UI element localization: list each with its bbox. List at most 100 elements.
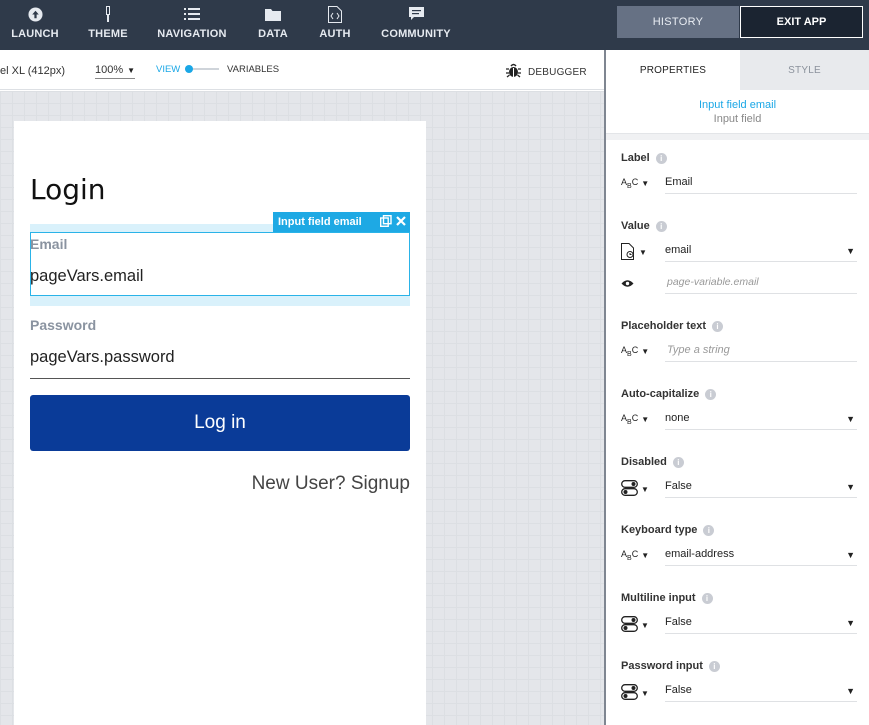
- nav-data[interactable]: DATA: [257, 0, 289, 50]
- nav-auth[interactable]: AUTH: [318, 0, 352, 50]
- email-input-field[interactable]: [30, 232, 410, 296]
- canvas-toolbar: el XL (412px) 100% ▼ VIEW VARIABLES DEBU…: [0, 50, 604, 90]
- component-header: Input field email Input field: [606, 90, 869, 134]
- value-select[interactable]: email ▼: [665, 244, 857, 262]
- panel-tabs: PROPERTIES STYLE: [606, 50, 869, 90]
- login-button[interactable]: Log in: [30, 395, 410, 451]
- disabled-select[interactable]: False ▼: [665, 480, 857, 498]
- keyboard-type-select[interactable]: email-address ▼: [665, 548, 857, 566]
- chevron-down-icon: ▼: [641, 484, 649, 494]
- prop-title: Password input: [621, 660, 703, 672]
- prop-title: Keyboard type: [621, 524, 698, 536]
- text-type-selector[interactable]: ABC ▼: [621, 177, 649, 190]
- device-selector[interactable]: el XL (412px): [0, 65, 65, 77]
- prop-title-password-input: Password input i: [621, 660, 720, 672]
- multiline-select[interactable]: False ▼: [665, 616, 857, 634]
- select-text: email-address: [665, 548, 735, 560]
- email-value: pageVars.email: [30, 267, 144, 285]
- eye-icon[interactable]: [621, 279, 634, 288]
- text-type-icon: ABC: [621, 345, 639, 358]
- prop-title: Placeholder text: [621, 320, 706, 332]
- label-input[interactable]: Email: [665, 176, 857, 194]
- page-title[interactable]: Login: [30, 173, 106, 206]
- selection-tools: [379, 214, 406, 230]
- text-type-selector[interactable]: ABC ▼: [621, 345, 649, 358]
- close-icon[interactable]: [396, 216, 406, 229]
- chevron-down-icon: ▼: [641, 688, 649, 698]
- view-variables-toggle[interactable]: [185, 65, 219, 73]
- nav-launch[interactable]: LAUNCH: [11, 0, 59, 50]
- phone-preview: Login Input field email Email pageVars.e…: [14, 121, 426, 725]
- text-type-selector[interactable]: ABC ▼: [621, 549, 649, 562]
- bug-icon: [505, 63, 522, 81]
- prop-title: Multiline input: [621, 592, 696, 604]
- password-input[interactable]: pageVars.password: [30, 348, 175, 367]
- duplicate-icon[interactable]: [379, 214, 392, 230]
- signup-link[interactable]: New User? Signup: [252, 473, 410, 495]
- variable-type-selector[interactable]: ▼: [621, 243, 647, 262]
- placeholder-input[interactable]: Type a string: [665, 344, 857, 362]
- design-canvas: Login Input field email Email pageVars.e…: [0, 91, 604, 725]
- toggle-icon: [621, 684, 638, 702]
- value-select-text: email: [665, 244, 692, 256]
- variables-mode-label[interactable]: VARIABLES: [227, 64, 279, 75]
- info-icon[interactable]: i: [672, 456, 684, 468]
- info-icon[interactable]: i: [711, 320, 723, 332]
- nav-label: THEME: [88, 28, 128, 40]
- tab-properties[interactable]: PROPERTIES: [606, 50, 740, 90]
- debugger-label: DEBUGGER: [528, 66, 587, 78]
- select-text: False: [665, 684, 692, 696]
- prop-title-multiline: Multiline input i: [621, 592, 713, 604]
- chevron-down-icon: ▼: [846, 246, 855, 256]
- text-type-icon: ABC: [621, 177, 639, 190]
- chevron-down-icon: ▼: [641, 550, 650, 560]
- info-icon[interactable]: i: [655, 220, 667, 232]
- tab-style[interactable]: STYLE: [740, 50, 869, 90]
- file-code-icon: [325, 5, 345, 23]
- folder-icon: [263, 6, 283, 22]
- toggle-icon: [621, 480, 638, 498]
- nav-label: AUTH: [319, 28, 351, 40]
- zoom-value: 100%: [95, 64, 124, 76]
- variable-file-icon: [621, 243, 636, 262]
- boolean-type-selector[interactable]: ▼: [621, 480, 649, 498]
- info-icon[interactable]: i: [708, 660, 720, 672]
- top-nav: LAUNCH THEME NAVIGATION DATA AUTH COMMUN…: [0, 0, 869, 50]
- boolean-type-selector[interactable]: ▼: [621, 616, 649, 634]
- prop-title: Value: [621, 220, 650, 232]
- history-button[interactable]: HISTORY: [617, 6, 739, 38]
- prop-title-keyboard-type: Keyboard type i: [621, 524, 715, 536]
- prop-title-disabled: Disabled i: [621, 456, 684, 468]
- nav-theme[interactable]: THEME: [88, 0, 128, 50]
- chevron-down-icon: ▼: [846, 482, 855, 492]
- selection-tag-label: Input field email: [278, 216, 362, 228]
- component-type: Input field: [713, 113, 762, 125]
- selection-tag[interactable]: Input field email: [273, 212, 410, 232]
- property-list: Label i ABC ▼ Email Value i ▼ email ▼ page-v…: [606, 140, 869, 725]
- autocapitalize-select[interactable]: none ▼: [665, 412, 857, 430]
- info-icon[interactable]: i: [701, 592, 713, 604]
- list-icon: [182, 6, 202, 22]
- nav-label: COMMUNITY: [381, 28, 451, 40]
- select-text: none: [665, 412, 690, 424]
- select-text: False: [665, 480, 692, 492]
- exit-app-button[interactable]: EXIT APP: [740, 6, 863, 38]
- info-icon[interactable]: i: [703, 524, 715, 536]
- chevron-down-icon: ▼: [641, 346, 650, 356]
- launch-icon: [25, 6, 45, 22]
- info-icon[interactable]: i: [705, 388, 717, 400]
- text-type-icon: ABC: [621, 413, 639, 426]
- nav-navigation[interactable]: NAVIGATION: [157, 0, 227, 50]
- chat-icon: [406, 6, 426, 22]
- zoom-selector[interactable]: 100% ▼: [95, 64, 136, 79]
- debugger-button[interactable]: DEBUGGER: [505, 63, 587, 81]
- text-type-selector[interactable]: ABC ▼: [621, 413, 649, 426]
- prop-title-value: Value i: [621, 220, 667, 232]
- properties-panel: PROPERTIES STYLE Input field email Input…: [606, 50, 869, 725]
- nav-community[interactable]: COMMUNITY: [381, 0, 451, 50]
- info-icon[interactable]: i: [655, 152, 667, 164]
- view-mode-label[interactable]: VIEW: [156, 64, 180, 75]
- password-input-select[interactable]: False ▼: [665, 684, 857, 702]
- toggle-knob: [185, 65, 193, 73]
- boolean-type-selector[interactable]: ▼: [621, 684, 649, 702]
